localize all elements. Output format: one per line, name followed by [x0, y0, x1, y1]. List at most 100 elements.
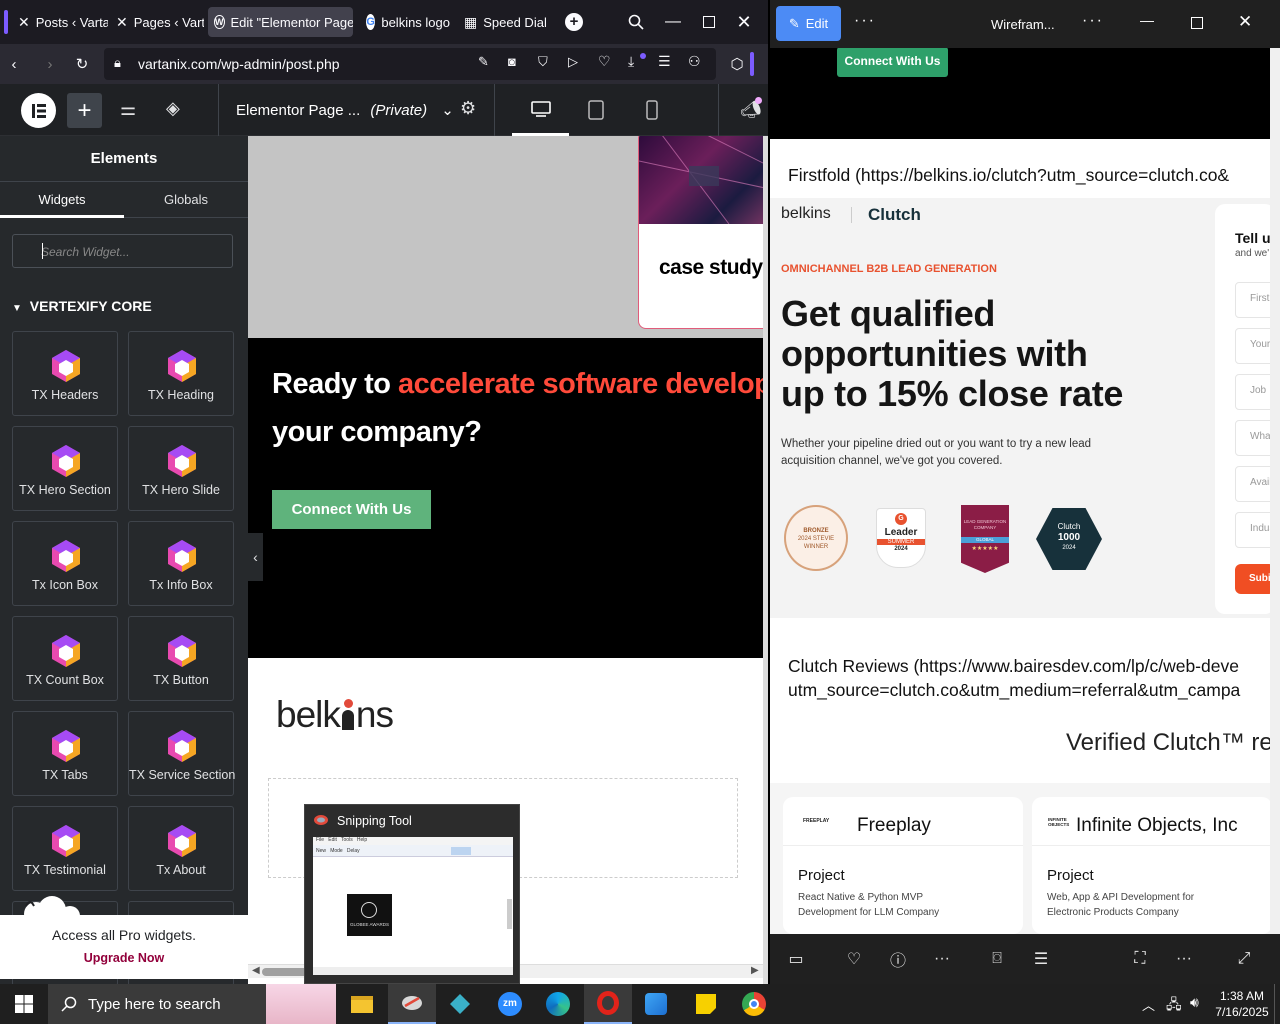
elementor-logo-button[interactable] — [21, 93, 56, 128]
site-settings-button[interactable]: ⚌ — [120, 99, 136, 120]
volume-button[interactable]: 🔊︎ — [1190, 994, 1199, 1011]
taskbar-app-teal[interactable] — [436, 984, 484, 1024]
visual-search-button[interactable]: ⌼ — [985, 947, 1009, 971]
tab-posts[interactable]: ✕ Posts ‹ Vartar — [12, 7, 108, 37]
shield-icon[interactable]: ⛉ — [538, 54, 548, 70]
upgrade-link[interactable]: Upgrade Now — [0, 951, 248, 965]
camera-icon[interactable]: ◙ — [508, 54, 516, 69]
start-button[interactable] — [0, 984, 48, 1024]
tab-pages[interactable]: ✕ Pages ‹ Varta — [110, 7, 204, 37]
widget-label: Tx Info Box — [149, 578, 213, 592]
widget-tile[interactable]: Tx Icon Box — [12, 521, 118, 606]
taskbar-edge[interactable] — [534, 984, 582, 1024]
badge-line: GLOBAL — [961, 537, 1009, 543]
widget-tile[interactable]: Tx Info Box — [128, 521, 234, 606]
widget-tile[interactable]: TX Button — [128, 616, 234, 701]
filmstrip-button[interactable]: ▭ — [784, 947, 808, 971]
text-extract-button[interactable]: ☰ — [1029, 947, 1053, 971]
category-header[interactable]: ▼ VERTEXIFY CORE — [12, 298, 152, 314]
viewer-minimize-button[interactable]: — — [1140, 12, 1154, 28]
maximize-button[interactable] — [696, 10, 722, 34]
tab-widgets[interactable]: Widgets — [0, 183, 124, 218]
new-tab-button[interactable]: + — [561, 10, 587, 34]
taskbar-opera[interactable] — [584, 984, 632, 1024]
add-element-button[interactable]: + — [67, 93, 102, 128]
back-button[interactable]: ‹ — [2, 52, 26, 76]
network-button[interactable]: 🖧︎ — [1166, 994, 1182, 1018]
extension-button[interactable]: ⬡ — [725, 52, 749, 76]
account-icon[interactable]: ⚇ — [688, 53, 701, 70]
address-bar[interactable]: 🔒︎ vartanix.com/wp-admin/post.php ✎ ◙ ⛉ … — [104, 48, 716, 80]
badge-line: 2024 STEVIE — [797, 536, 835, 542]
scroll-right-icon[interactable]: ▶ — [751, 965, 759, 976]
tab-globals[interactable]: Globals — [124, 183, 248, 218]
widget-tile[interactable]: TX Count Box — [12, 616, 118, 701]
ellipsis-icon: ··· — [934, 950, 950, 967]
close-button[interactable]: ✕ — [731, 10, 757, 34]
edit-icon[interactable]: ✎ — [478, 54, 489, 70]
more-options-button[interactable]: ··· — [854, 12, 876, 30]
more-button[interactable]: ··· — [930, 947, 954, 971]
widget-tile[interactable]: TX Heading — [128, 331, 234, 416]
taskbar-zoom[interactable]: zm — [486, 984, 534, 1024]
play-icon[interactable]: ▷ — [568, 54, 578, 70]
page-title-dropdown[interactable]: Elementor Page ... (Private) ⌄ — [236, 101, 454, 119]
edit-button[interactable]: ✎ Edit — [776, 6, 841, 41]
zoom-more-button[interactable]: ··· — [1172, 947, 1196, 971]
connect-button[interactable]: Connect With Us — [272, 490, 431, 529]
show-desktop-button[interactable] — [1274, 984, 1280, 1024]
widget-search-input[interactable]: Search Widget... — [12, 234, 233, 268]
taskbar-file-explorer[interactable] — [338, 984, 386, 1024]
scroll-left-icon[interactable]: ◀ — [252, 965, 260, 976]
info-button[interactable]: ⓘ — [886, 947, 910, 971]
gear-icon: ⚙ — [460, 98, 477, 118]
viewer-maximize-button[interactable] — [1191, 17, 1203, 29]
tab-belkins-logo[interactable]: G belkins logo — [360, 7, 456, 37]
fit-button[interactable]: ⛶ — [1128, 947, 1152, 971]
case-study-card[interactable]: case study — [638, 136, 763, 329]
viewer-image: Connect With Us Firstfold (https://belki… — [770, 48, 1270, 934]
page-settings-button[interactable]: ⚙ — [460, 98, 476, 119]
taskbar-search[interactable]: Type here to search — [48, 984, 336, 1024]
minimize-button[interactable]: — — [660, 10, 686, 34]
tab-speed-dial[interactable]: ▦ Speed Dial — [458, 7, 550, 37]
widget-tile[interactable]: TX Hero Slide — [128, 426, 234, 511]
device-tablet-button[interactable] — [588, 100, 604, 125]
heart-icon[interactable]: ♡ — [598, 53, 611, 70]
menu-icon[interactable]: ☰ — [658, 53, 671, 70]
structure-button[interactable]: ◈ — [166, 98, 180, 119]
forward-button[interactable]: › — [38, 52, 62, 76]
taskbar-chrome[interactable] — [730, 984, 778, 1024]
top-connect-button: Connect With Us — [837, 48, 948, 77]
vertical-scrollbar[interactable] — [763, 136, 768, 984]
tray-chevron-button[interactable]: ︿ — [1142, 995, 1155, 1014]
thumb-hscroll — [313, 967, 513, 975]
widget-tile[interactable]: TX Hero Section — [12, 426, 118, 511]
tab-edit-elementor[interactable]: W Edit "Elementor Page — [208, 7, 353, 37]
logo-person-icon — [340, 699, 356, 731]
widget-tile[interactable]: TX Headers — [12, 331, 118, 416]
fullscreen-button[interactable]: ⤢ — [1232, 947, 1256, 971]
viewer-close-button[interactable]: ✕ — [1238, 12, 1252, 32]
widget-tile[interactable]: Tx About — [128, 806, 234, 891]
widget-tile[interactable]: TX Tabs — [12, 711, 118, 796]
favorite-button[interactable]: ♡ — [842, 947, 866, 971]
scissors-icon — [314, 815, 328, 825]
collapse-panel-button[interactable]: ‹ — [248, 533, 263, 581]
snipping-tool-preview[interactable]: Snipping Tool File Edit Tools Help New M… — [304, 804, 520, 984]
text-scan-icon: ☰ — [1033, 951, 1049, 968]
taskbar-photos[interactable] — [632, 984, 680, 1024]
eyebrow-text: OMNICHANNEL B2B LEAD GENERATION — [781, 263, 997, 275]
widget-tile[interactable]: TX Testimonial — [12, 806, 118, 891]
title-more-button[interactable]: ··· — [1082, 12, 1104, 30]
reload-button[interactable]: ↻ — [70, 52, 94, 76]
search-tabs-button[interactable] — [623, 10, 649, 34]
taskbar-snipping-tool[interactable] — [388, 984, 436, 1024]
device-mobile-button[interactable] — [646, 100, 658, 125]
download-icon[interactable]: ⤓ — [628, 53, 634, 70]
widget-tile[interactable]: TX Service Section — [128, 711, 235, 796]
network-icon: 🖧︎ — [1166, 996, 1182, 1012]
device-desktop-button[interactable] — [512, 84, 569, 136]
taskbar-sticky-notes[interactable] — [682, 984, 730, 1024]
clock[interactable]: 1:38 AM 7/16/2025 — [1214, 988, 1270, 1020]
